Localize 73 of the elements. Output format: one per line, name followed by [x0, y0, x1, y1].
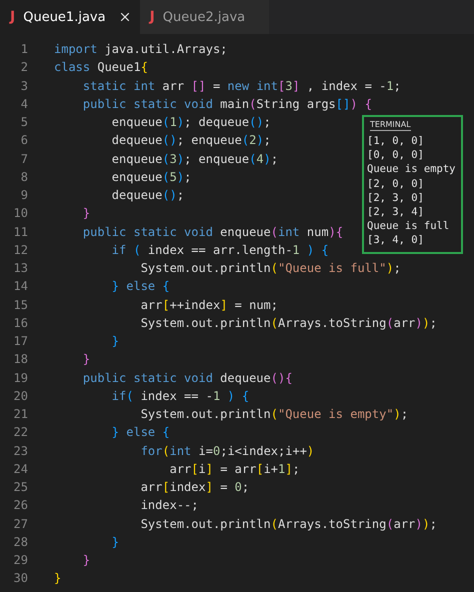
terminal-output-line: [2, 3, 0]: [367, 190, 425, 206]
line-number: 23: [12, 444, 28, 458]
line-number: 15: [12, 298, 28, 312]
line-number: 1: [20, 42, 28, 56]
code-line: }: [54, 571, 62, 586]
line-number: 10: [12, 206, 28, 220]
terminal-output-line: [1, 0, 0]: [367, 134, 425, 148]
code-line: } else {: [110, 279, 170, 294]
line-number: 19: [12, 370, 28, 385]
code-line: enqueue(3); enqueue(4);: [110, 152, 278, 166]
code-line: }: [110, 534, 120, 549]
line-number: 9: [20, 188, 28, 202]
line-number: 21: [12, 407, 28, 422]
line-number: 4: [20, 96, 28, 111]
line-number: 22: [12, 425, 28, 440]
line-number: 3: [20, 78, 28, 93]
code-line: for(int i=0;i<index;i++): [140, 444, 314, 458]
line-number: 18: [12, 352, 28, 366]
code-line: System.out.println("Queue is empty");: [140, 407, 408, 422]
code-line: public static void enqueue(int num){: [82, 224, 344, 239]
code-line: index--;: [140, 498, 198, 512]
file-tab[interactable]: J Queue1.java: [0, 0, 140, 34]
line-number: 11: [12, 224, 28, 239]
code-line: arr[i] = arr[i+1];: [168, 462, 300, 476]
code-line: }: [82, 352, 90, 366]
line-number: 14: [12, 279, 28, 294]
java-file-icon: J: [10, 9, 16, 25]
line-number: 30: [12, 571, 28, 586]
terminal-output-line: [2, 0, 0]: [367, 176, 425, 191]
terminal-output-line: [3, 4, 0]: [367, 233, 425, 248]
line-number: 6: [20, 133, 28, 148]
terminal-output-line: Queue is full: [367, 219, 450, 234]
code-line: System.out.println(Arrays.toString(arr));: [140, 516, 437, 531]
line-number: 7: [20, 152, 28, 166]
code-line: static int arr [] = new int[3] , index = -1;: [82, 78, 401, 93]
code-line: }: [110, 334, 120, 348]
line-number: 26: [12, 498, 28, 512]
code-line: dequeue(); enqueue(2);: [110, 133, 271, 148]
terminal-output-line: Queue is empty: [367, 162, 457, 177]
code-line: enqueue(1); dequeue();: [110, 115, 271, 130]
line-number: 29: [12, 553, 28, 568]
code-line: } else {: [110, 425, 170, 440]
code-line: }: [82, 206, 90, 220]
line-number: 16: [12, 316, 28, 330]
code-line: if ( index == arr.length-1 ) {: [110, 242, 329, 257]
code-line: if( index == -1 ) {: [110, 388, 250, 403]
line-number: 8: [20, 170, 28, 184]
code-line: class Queue1{: [54, 60, 148, 74]
terminal-output-line: [0, 0, 0]: [367, 148, 425, 162]
line-number: 2: [20, 60, 28, 74]
line-number: 12: [12, 242, 28, 257]
code-line: public static void dequeue(){: [82, 370, 292, 385]
code-line: System.out.println("Queue is full");: [140, 261, 401, 276]
terminal-title: TERMINAL: [370, 120, 411, 131]
code-line: enqueue(5);: [110, 170, 192, 184]
line-number: 17: [12, 334, 28, 348]
code-line: import java.util.Arrays;: [54, 42, 228, 56]
line-number: 28: [12, 534, 28, 549]
code-line: public static void main(String args[]) {: [82, 96, 372, 111]
line-number: 5: [20, 115, 28, 130]
line-number: 13: [12, 261, 28, 276]
file-tab[interactable]: J Queue2.java: [140, 0, 270, 34]
line-number: 20: [12, 388, 28, 403]
line-number: 27: [12, 516, 28, 531]
code-line: System.out.println(Arrays.toString(arr));: [140, 316, 437, 330]
code-line: arr[index] = 0;: [140, 480, 250, 494]
java-file-icon: J: [150, 9, 155, 25]
line-number: 24: [12, 462, 28, 476]
terminal-output-line: [2, 3, 4]: [367, 205, 425, 220]
code-line: arr[++index] = num;: [140, 298, 278, 312]
code-line: }: [82, 553, 90, 568]
code-line: dequeue();: [110, 188, 184, 202]
line-number: 25: [12, 480, 28, 494]
